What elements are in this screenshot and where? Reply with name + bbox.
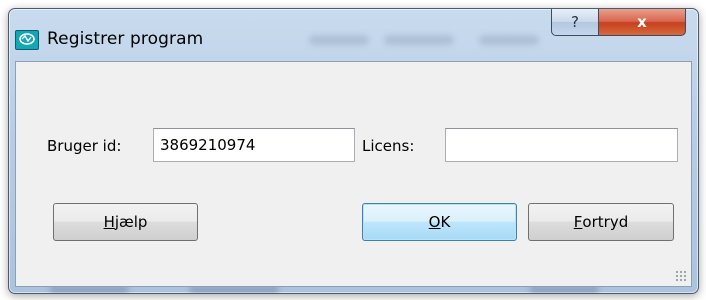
app-icon	[15, 30, 39, 50]
question-mark-icon: ?	[571, 13, 579, 31]
user-id-field[interactable]	[153, 128, 355, 162]
dialog-body: Bruger id: Licens: Hjælp OK Fortryd	[15, 61, 692, 287]
app-logo-icon	[19, 33, 35, 45]
help-button[interactable]: ?	[551, 9, 599, 36]
window-title: Registrer program	[47, 29, 204, 49]
help-label-rest: jælp	[114, 213, 148, 231]
license-field[interactable]	[445, 128, 678, 162]
register-program-dialog: Registrer program ? x Bruger id: Licens:…	[8, 8, 699, 294]
resize-grip-icon[interactable]	[675, 270, 687, 282]
user-id-label: Bruger id:	[47, 137, 122, 155]
cancel-mnemonic: F	[573, 213, 583, 231]
help-mnemonic: H	[103, 213, 115, 231]
close-icon: x	[637, 13, 647, 31]
ok-mnemonic: O	[428, 213, 441, 231]
ok-button[interactable]: OK	[362, 203, 517, 241]
cancel-button[interactable]: Fortryd	[528, 203, 674, 241]
cancel-label-rest: ortryd	[582, 213, 629, 231]
title-bar[interactable]: Registrer program ? x	[9, 9, 698, 61]
ok-label-rest: K	[440, 213, 451, 231]
help-dialog-button[interactable]: Hjælp	[53, 203, 198, 241]
license-label: Licens:	[362, 137, 415, 155]
close-button[interactable]: x	[598, 9, 686, 36]
